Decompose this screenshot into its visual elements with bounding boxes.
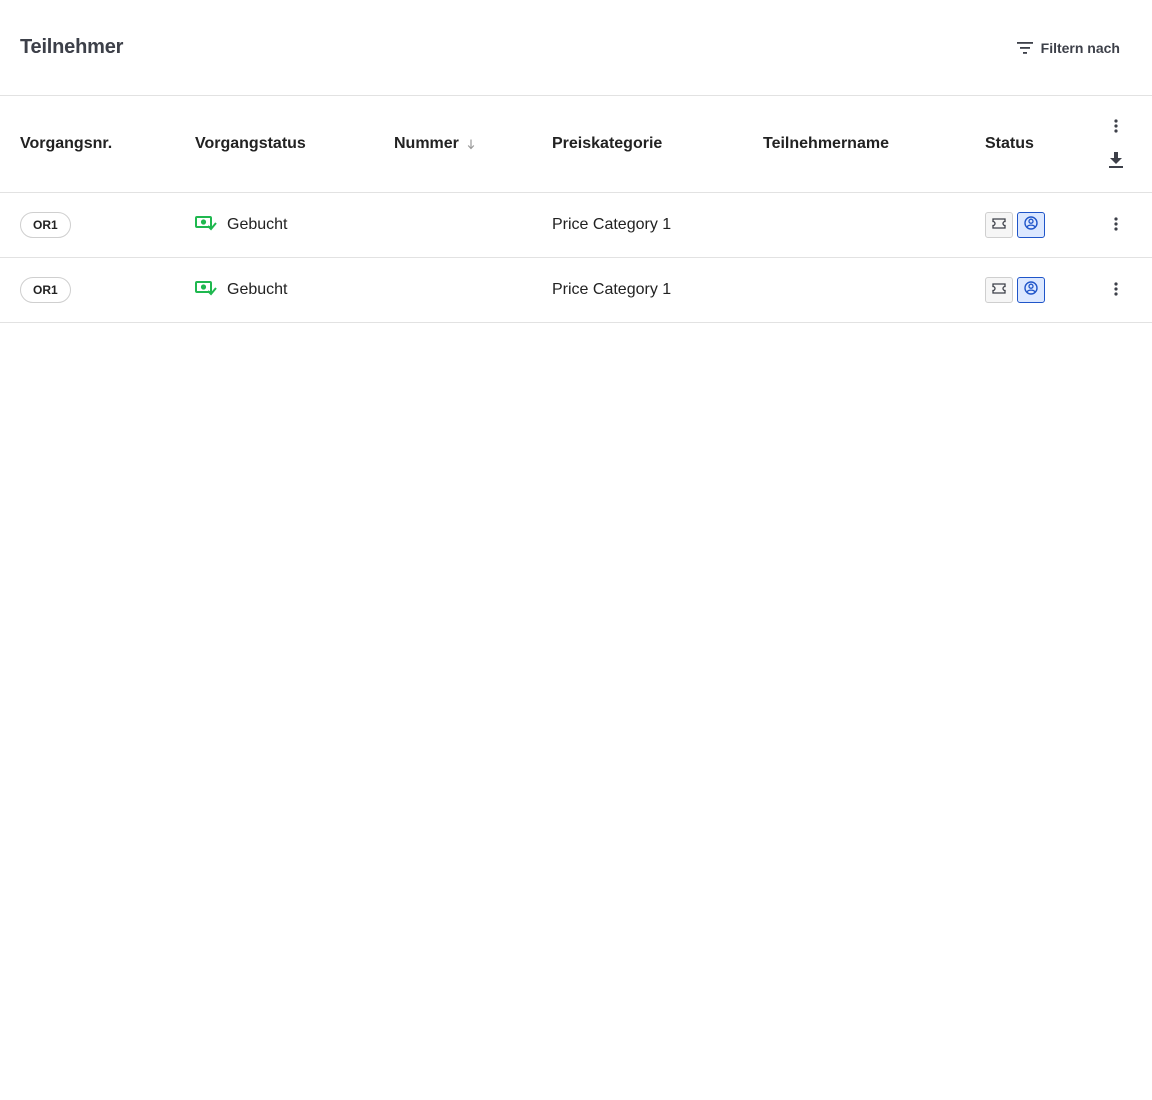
price-category-cell: Price Category 1 — [552, 258, 671, 322]
column-header-label: Preiskategorie — [552, 135, 663, 152]
price-category-cell: Price Category 1 — [552, 193, 671, 257]
ticket-status-button[interactable] — [985, 277, 1013, 303]
checkin-status-button[interactable] — [1017, 212, 1045, 238]
filter-icon — [1016, 41, 1033, 54]
column-header-label: Status — [985, 135, 1034, 152]
page-header: Teilnehmer Filtern nach — [0, 0, 1152, 96]
table-header-row: Vorgangsnr. Vorgangstatus Nummer Preiska… — [0, 96, 1152, 193]
order-no-cell: OR1 — [20, 193, 71, 257]
column-options-button[interactable] — [1104, 115, 1128, 139]
row-actions-cell — [1100, 193, 1132, 257]
checkin-icon — [1024, 215, 1038, 235]
table-row[interactable]: OR1 Gebucht Price Category 1 — [0, 193, 1152, 258]
price-category-value: Price Category 1 — [552, 281, 672, 298]
ticket-icon — [992, 281, 1006, 299]
order-no-cell: OR1 — [20, 258, 71, 322]
more-vertical-icon — [1114, 216, 1118, 234]
row-more-button[interactable] — [1104, 213, 1128, 237]
filter-label: Filtern nach — [1040, 39, 1120, 56]
column-header-label: Vorgangstatus — [195, 135, 306, 152]
ticket-status-button[interactable] — [985, 212, 1013, 238]
download-icon — [1109, 151, 1123, 171]
column-header-label: Nummer — [394, 135, 459, 152]
table-row[interactable]: OR1 Gebucht Price Category 1 — [0, 258, 1152, 323]
more-vertical-icon — [1114, 281, 1118, 299]
participants-table: Vorgangsnr. Vorgangstatus Nummer Preiska… — [0, 96, 1152, 323]
participants-page: Teilnehmer Filtern nach Vorgangsnr. Vorg… — [0, 0, 1152, 1100]
checkin-status-button[interactable] — [1017, 277, 1045, 303]
ticket-icon — [992, 216, 1006, 234]
sort-descending-icon[interactable] — [467, 139, 475, 150]
column-header-status[interactable]: Status — [985, 96, 1034, 192]
download-button[interactable] — [1104, 149, 1128, 173]
price-category-value: Price Category 1 — [552, 216, 672, 233]
column-header-participant-name[interactable]: Teilnehmername — [763, 96, 889, 192]
order-no-badge[interactable]: OR1 — [20, 277, 71, 303]
status-cell — [985, 193, 1045, 257]
row-more-button[interactable] — [1104, 278, 1128, 302]
more-vertical-icon — [1114, 118, 1118, 136]
order-status-label: Gebucht — [227, 216, 288, 233]
header-actions — [1100, 96, 1132, 192]
status-cell — [985, 258, 1045, 322]
payment-booked-icon — [195, 280, 217, 301]
page-title: Teilnehmer — [20, 36, 124, 58]
column-header-label: Vorgangsnr. — [20, 135, 113, 152]
order-status-label: Gebucht — [227, 281, 288, 298]
column-header-number[interactable]: Nummer — [394, 96, 475, 192]
checkin-icon — [1024, 280, 1038, 300]
column-header-order-status[interactable]: Vorgangstatus — [195, 96, 306, 192]
filter-button[interactable]: Filtern nach — [1016, 39, 1120, 56]
order-no-badge[interactable]: OR1 — [20, 212, 71, 238]
column-header-order-no[interactable]: Vorgangsnr. — [20, 96, 112, 192]
order-status-cell: Gebucht — [195, 193, 287, 257]
column-header-label: Teilnehmername — [763, 135, 889, 152]
column-header-price-category[interactable]: Preiskategorie — [552, 96, 662, 192]
order-status-cell: Gebucht — [195, 258, 287, 322]
payment-booked-icon — [195, 215, 217, 236]
row-actions-cell — [1100, 258, 1132, 322]
